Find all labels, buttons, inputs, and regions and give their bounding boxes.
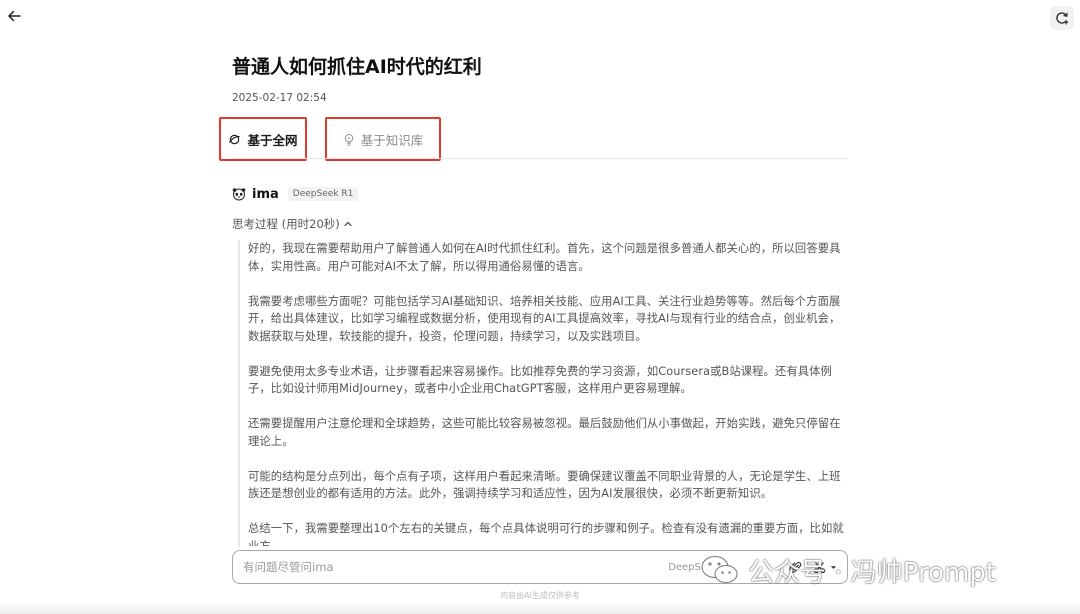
- attach-button[interactable]: [787, 559, 803, 575]
- tab-web-search[interactable]: 基于全网: [219, 117, 307, 161]
- thinking-paragraph: 可能的结构是分点列出，每个点有子项，这样用户看起来清晰。要确保建议覆盖不同职业背…: [248, 469, 841, 501]
- tab-label: 基于知识库: [360, 132, 424, 148]
- tab-label: 基于全网: [247, 132, 298, 148]
- chat-input-box: DeepSeek: [232, 550, 848, 584]
- thinking-toggle-label: 思考过程 (用时20秒): [232, 217, 340, 231]
- paperclip-icon: [788, 561, 801, 573]
- new-chat-button[interactable]: [1050, 6, 1074, 30]
- thinking-paragraph: 我需要考虑哪些方面呢？可能包括学习AI基础知识、培养相关技能、应用AI工具、关注…: [248, 294, 841, 343]
- panda-icon: [232, 188, 246, 201]
- thinking-content: 好的，我现在需要帮助用户了解普通人如何在AI时代抓住红利。首先，这个问题是很多普…: [238, 240, 848, 546]
- thinking-paragraph: 总结一下，我需要整理出10个左右的关键点，每个点具体说明可行的步骤和例子。检查有…: [248, 522, 844, 546]
- input-model-label[interactable]: DeepSeek: [668, 562, 719, 573]
- refresh-add-icon: [1056, 12, 1069, 25]
- tab-knowledge-base[interactable]: 基于知识库: [325, 117, 441, 161]
- chat-input[interactable]: [243, 560, 669, 574]
- page-title: 普通人如何抓住AI时代的红利: [232, 56, 482, 78]
- scissors-icon: [813, 561, 825, 573]
- screenshot-button[interactable]: [811, 559, 827, 575]
- author-name: ima: [252, 186, 279, 202]
- thinking-toggle[interactable]: 思考过程 (用时20秒): [232, 216, 353, 232]
- more-button[interactable]: [829, 559, 837, 575]
- bulb-icon: [344, 133, 354, 146]
- model-badge: DeepSeek R1: [287, 187, 359, 201]
- ai-disclaimer: 内容由AI生成仅供参考: [500, 591, 580, 600]
- thinking-paragraph: 要避免使用太多专业术语，让步骤看起来容易操作。比如推荐免费的学习资源，如Cour…: [248, 364, 832, 396]
- tabs-divider: [232, 158, 848, 159]
- thinking-paragraph: 好的，我现在需要帮助用户了解普通人如何在AI时代抓住红利。首先，这个问题是很多普…: [248, 242, 841, 273]
- chevron-up-icon: [344, 221, 352, 227]
- thinking-paragraph: 还需要提醒用户注意伦理和全球趋势，这些可能比较容易被忽视。最后鼓励他们从小事做起…: [248, 417, 841, 448]
- bottom-edge: [0, 603, 1080, 614]
- arrow-left-icon: [8, 10, 21, 22]
- answer-author: ima DeepSeek R1: [232, 184, 359, 204]
- planet-icon: [229, 134, 241, 144]
- timestamp: 2025-02-17 02:54: [232, 92, 327, 104]
- caret-down-icon: [830, 565, 836, 569]
- back-button[interactable]: [4, 6, 24, 26]
